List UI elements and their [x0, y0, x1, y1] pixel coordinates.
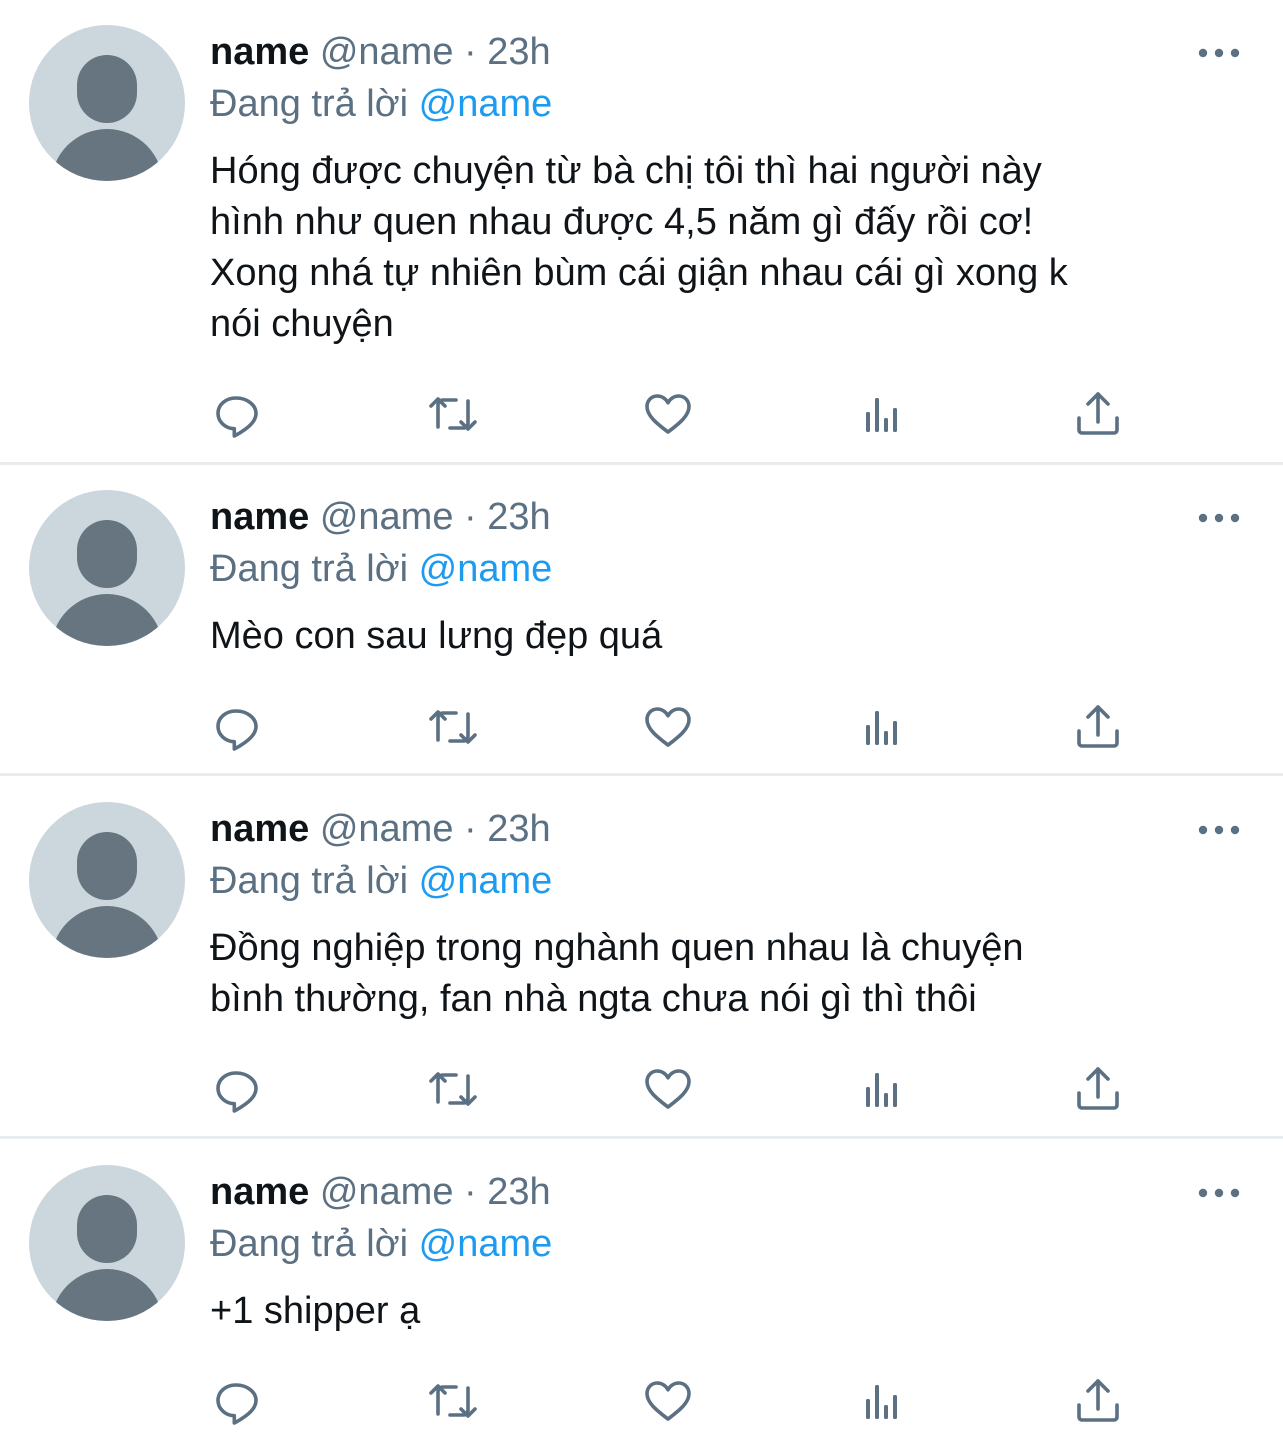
timestamp[interactable]: 23h	[487, 1171, 550, 1213]
more-icon[interactable]	[1197, 508, 1241, 528]
reply-icon[interactable]	[210, 1373, 266, 1429]
tweet-text-line: Hóng được chuyện từ bà chị tôi thì hai n…	[210, 146, 1220, 197]
retweet-icon[interactable]	[425, 1061, 481, 1117]
like-icon[interactable]	[640, 699, 696, 755]
tweet-header: name @name · 23h	[210, 803, 1220, 855]
share-icon[interactable]	[1070, 1061, 1126, 1117]
analytics-icon[interactable]	[855, 386, 911, 442]
avatar[interactable]	[29, 25, 185, 181]
share-icon[interactable]	[1070, 1373, 1126, 1429]
display-name[interactable]: name	[210, 808, 309, 850]
tweet-text: +1 shipper ạ	[210, 1286, 1220, 1337]
divider	[0, 773, 1283, 776]
display-name[interactable]: name	[210, 496, 309, 538]
tweet-text-line: bình thường, fan nhà ngta chưa nói gì th…	[210, 974, 1220, 1025]
separator-dot: ·	[464, 808, 477, 850]
timestamp[interactable]: 23h	[487, 496, 550, 538]
tweet-text-line: +1 shipper ạ	[210, 1286, 1220, 1337]
tweet-content: name @name · 23hĐang trả lời @nameMèo co…	[210, 491, 1220, 662]
reply-prefix: Đang trả lời	[210, 548, 408, 590]
tweet-text-line: hình như quen nhau được 4,5 năm gì đấy r…	[210, 197, 1220, 248]
tweet-content: name @name · 23hĐang trả lời @name+1 shi…	[210, 1166, 1220, 1337]
reply-prefix: Đang trả lời	[210, 83, 408, 125]
reply-context: Đang trả lời @name	[210, 543, 1220, 595]
timestamp[interactable]: 23h	[487, 31, 550, 73]
reply-icon[interactable]	[210, 699, 266, 755]
tweet-text: Hóng được chuyện từ bà chị tôi thì hai n…	[210, 146, 1220, 350]
tweet-content: name @name · 23hĐang trả lời @nameĐồng n…	[210, 803, 1220, 1025]
more-icon[interactable]	[1197, 820, 1241, 840]
analytics-icon[interactable]	[855, 699, 911, 755]
like-icon[interactable]	[640, 1373, 696, 1429]
tweet-actions	[210, 1061, 1130, 1117]
separator-dot: ·	[464, 1171, 477, 1213]
user-handle[interactable]: @name	[320, 31, 454, 73]
tweet-content: name @name · 23hĐang trả lời @nameHóng đ…	[210, 26, 1220, 350]
retweet-icon[interactable]	[425, 1373, 481, 1429]
reply-mention-link[interactable]: @name	[419, 1223, 553, 1265]
tweet-text-line: Đồng nghiệp trong nghành quen nhau là ch…	[210, 923, 1220, 974]
more-icon[interactable]	[1197, 1183, 1241, 1203]
retweet-icon[interactable]	[425, 699, 481, 755]
tweet-text: Mèo con sau lưng đẹp quá	[210, 611, 1220, 662]
analytics-icon[interactable]	[855, 1061, 911, 1117]
tweet-text-line: Mèo con sau lưng đẹp quá	[210, 611, 1220, 662]
avatar[interactable]	[29, 490, 185, 646]
like-icon[interactable]	[640, 386, 696, 442]
divider	[0, 462, 1283, 465]
tweet-text-line: Xong nhá tự nhiên bùm cái giận nhau cái …	[210, 248, 1220, 299]
share-icon[interactable]	[1070, 699, 1126, 755]
retweet-icon[interactable]	[425, 386, 481, 442]
reply-mention-link[interactable]: @name	[419, 83, 553, 125]
reply-context: Đang trả lời @name	[210, 855, 1220, 907]
reply-mention-link[interactable]: @name	[419, 860, 553, 902]
user-handle[interactable]: @name	[320, 1171, 454, 1213]
tweet-actions	[210, 699, 1130, 755]
reply-icon[interactable]	[210, 1061, 266, 1117]
reply-context: Đang trả lời @name	[210, 78, 1220, 130]
reply-prefix: Đang trả lời	[210, 1223, 408, 1265]
reply-context: Đang trả lời @name	[210, 1218, 1220, 1270]
user-handle[interactable]: @name	[320, 496, 454, 538]
tweet-actions	[210, 386, 1130, 442]
more-icon[interactable]	[1197, 43, 1241, 63]
avatar[interactable]	[29, 802, 185, 958]
separator-dot: ·	[464, 496, 477, 538]
timestamp[interactable]: 23h	[487, 808, 550, 850]
tweet-header: name @name · 23h	[210, 491, 1220, 543]
tweet-header: name @name · 23h	[210, 26, 1220, 78]
reply-mention-link[interactable]: @name	[419, 548, 553, 590]
divider	[0, 1136, 1283, 1139]
display-name[interactable]: name	[210, 1171, 309, 1213]
analytics-icon[interactable]	[855, 1373, 911, 1429]
reply-icon[interactable]	[210, 386, 266, 442]
avatar[interactable]	[29, 1165, 185, 1321]
tweet-header: name @name · 23h	[210, 1166, 1220, 1218]
user-handle[interactable]: @name	[320, 808, 454, 850]
reply-prefix: Đang trả lời	[210, 860, 408, 902]
share-icon[interactable]	[1070, 386, 1126, 442]
tweet-text-line: nói chuyện	[210, 299, 1220, 350]
like-icon[interactable]	[640, 1061, 696, 1117]
tweet-text: Đồng nghiệp trong nghành quen nhau là ch…	[210, 923, 1220, 1025]
tweet-actions	[210, 1373, 1130, 1429]
separator-dot: ·	[464, 31, 477, 73]
display-name[interactable]: name	[210, 31, 309, 73]
